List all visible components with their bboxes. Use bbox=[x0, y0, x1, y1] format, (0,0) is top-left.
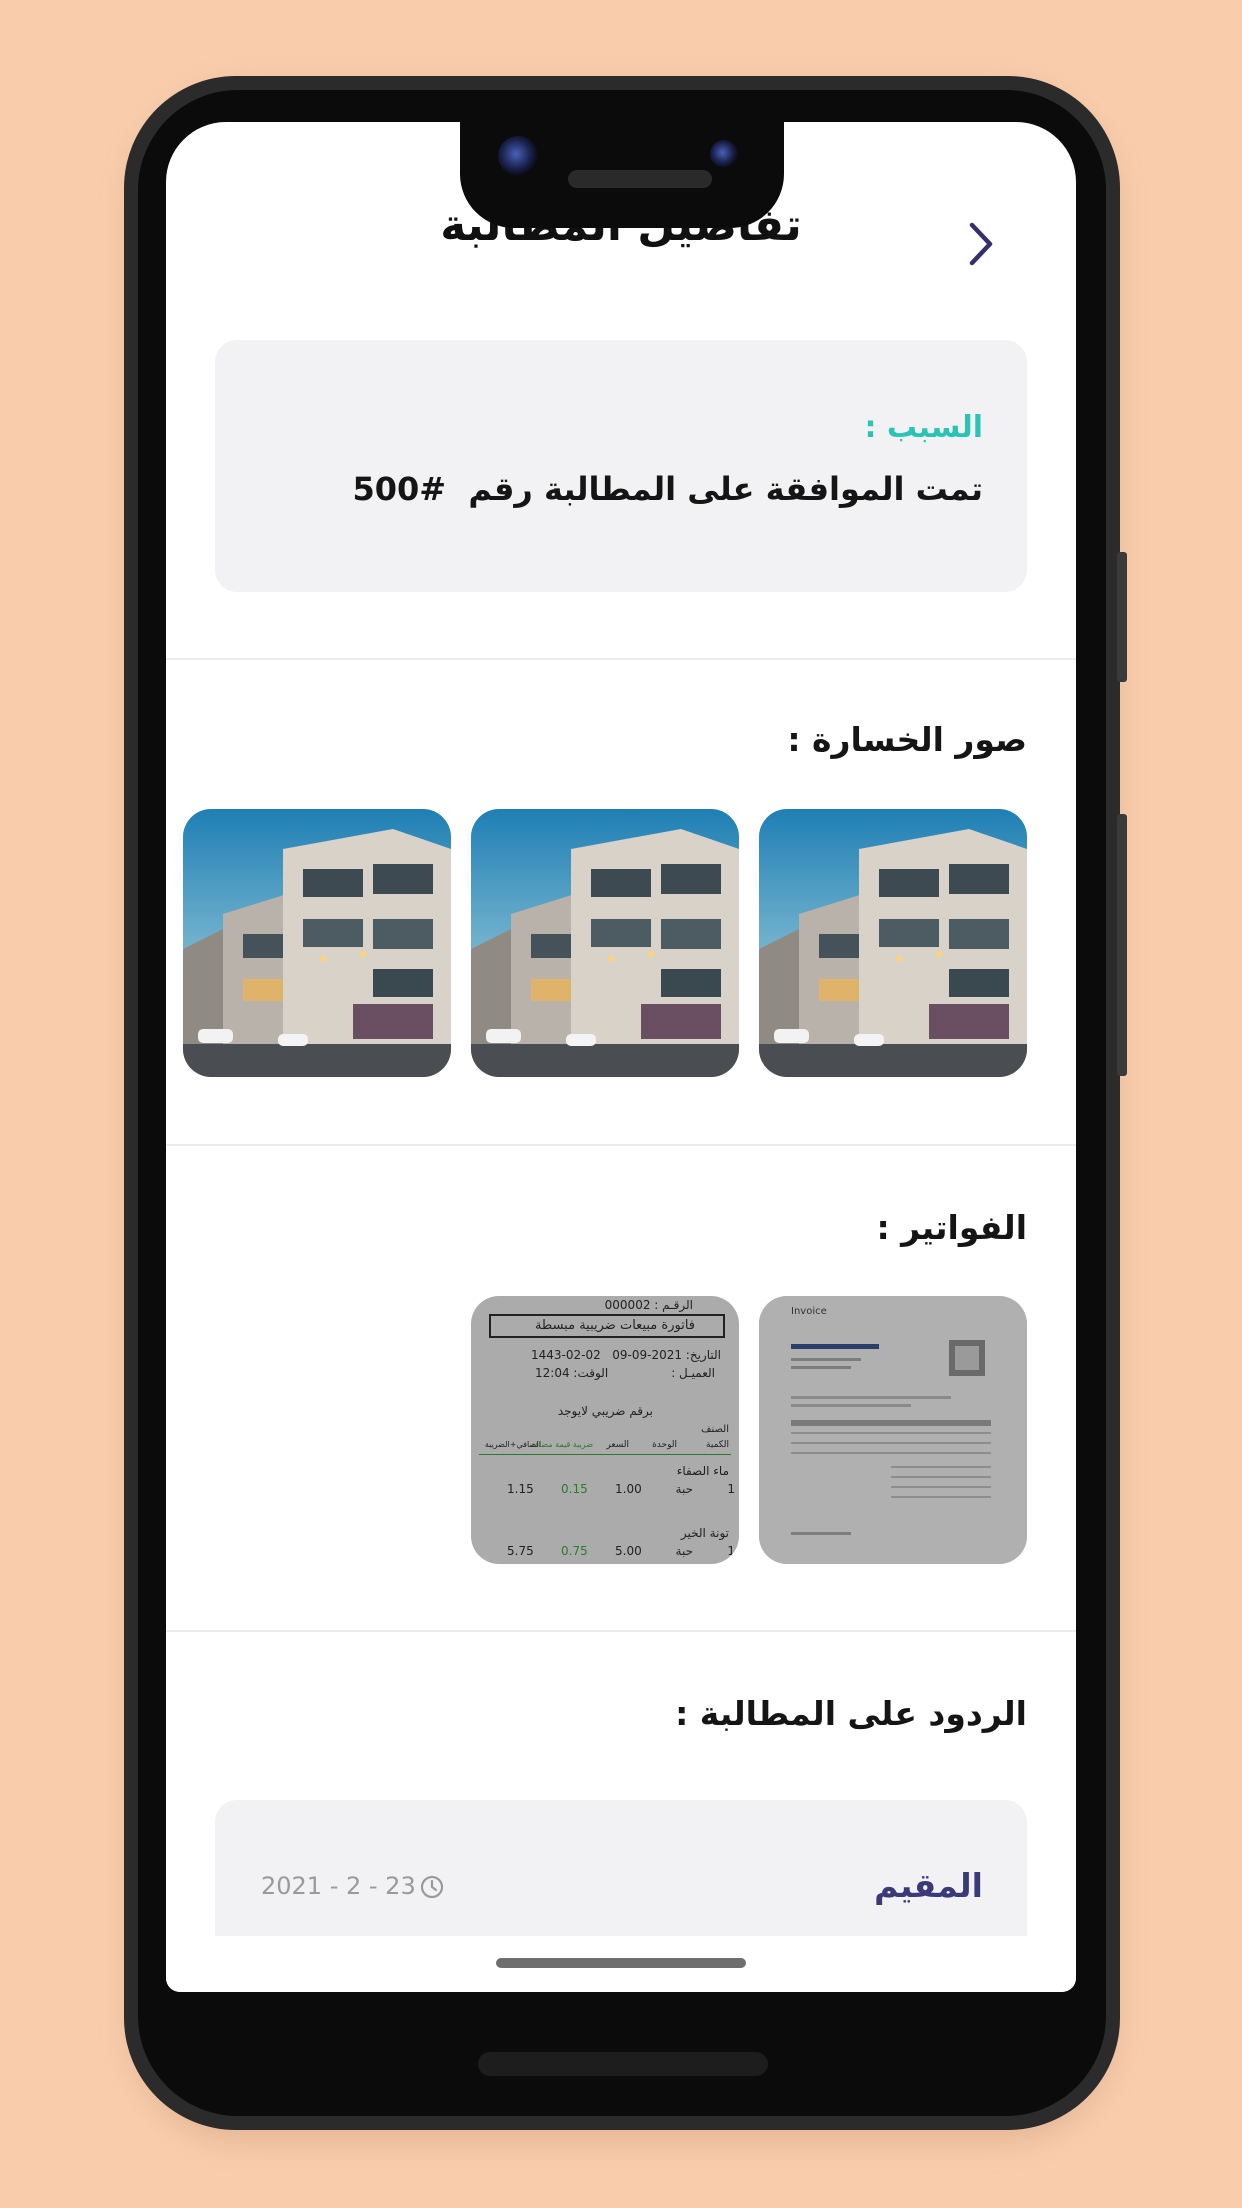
loss-photo-thumbnail[interactable] bbox=[471, 809, 739, 1077]
receipt-item-total: 1.15 bbox=[507, 1482, 534, 1496]
loss-photo-thumbnail[interactable] bbox=[759, 809, 1027, 1077]
earpiece-speaker bbox=[568, 170, 712, 188]
receipt-date: التاريخ: 2021-09-09 bbox=[612, 1348, 721, 1362]
loss-photos-title: صور الخسارة : bbox=[787, 720, 1027, 759]
receipt-item-price: 1.00 bbox=[615, 1482, 642, 1496]
receipt-item-unit: حبة bbox=[675, 1544, 693, 1558]
receipt-item-name: تونة الخير bbox=[680, 1526, 729, 1540]
reason-card: السبب : تمت الموافقة على المطالبة رقم #5… bbox=[215, 340, 1027, 592]
receipt-col-price: السعر bbox=[606, 1440, 629, 1450]
receipt-document: الرقـم : 000002 فاتورة مبيعات ضريبية مبس… bbox=[471, 1296, 739, 1564]
receipt-item-qty: 1 bbox=[727, 1544, 735, 1558]
divider bbox=[166, 658, 1076, 660]
receipt-heading: فاتورة مبيعات ضريبية مبسطة bbox=[534, 1318, 695, 1333]
replies-title: الردود على المطالبة : bbox=[675, 1694, 1027, 1733]
sensor-icon bbox=[710, 140, 738, 168]
receipt-tax-number: برقم ضريبي لايوجد bbox=[557, 1404, 653, 1418]
receipt-col-total: الصافي+الضريبة bbox=[484, 1440, 541, 1449]
camera-icon bbox=[498, 136, 538, 176]
building-photo bbox=[759, 809, 1027, 1077]
receipt-hijri-date: 1443-02-02 bbox=[531, 1348, 601, 1362]
receipt-time: الوقت: 12:04 bbox=[535, 1366, 609, 1380]
receipt-category: الصنف bbox=[701, 1424, 729, 1435]
receipt-item-vat: 0.75 bbox=[561, 1544, 588, 1558]
invoice-heading: Invoice bbox=[791, 1306, 827, 1317]
invoices-title: الفواتير : bbox=[876, 1208, 1027, 1247]
receipt-item-total: 5.75 bbox=[507, 1544, 534, 1558]
receipt-number: الرقـم : 000002 bbox=[604, 1298, 693, 1312]
bottom-speaker bbox=[478, 2052, 768, 2076]
divider bbox=[166, 1144, 1076, 1146]
receipt-col-unit: الوحدة bbox=[652, 1440, 677, 1450]
reply-author: المقيم bbox=[874, 1866, 983, 1905]
home-indicator[interactable] bbox=[496, 1958, 746, 1968]
invoice-thumbnail[interactable]: الرقـم : 000002 فاتورة مبيعات ضريبية مبس… bbox=[471, 1296, 739, 1564]
building-photo bbox=[471, 809, 739, 1077]
receipt-item-unit: حبة bbox=[675, 1482, 693, 1496]
building-photo bbox=[183, 809, 451, 1077]
receipt-item-vat: 0.15 bbox=[561, 1482, 588, 1496]
power-button bbox=[1117, 552, 1127, 682]
reason-label: السبب : bbox=[864, 410, 983, 445]
loss-photo-thumbnail[interactable] bbox=[183, 809, 451, 1077]
back-button[interactable] bbox=[956, 214, 1006, 274]
invoice-thumbnail[interactable]: Invoice bbox=[759, 1296, 1027, 1564]
clock-icon bbox=[420, 1875, 444, 1899]
chevron-right-icon bbox=[969, 222, 993, 266]
receipt-item-qty: 1 bbox=[727, 1482, 735, 1496]
reply-date: 2021 - 2 - 23 bbox=[261, 1872, 416, 1900]
volume-button bbox=[1117, 814, 1127, 1076]
receipt-col-qty: الكمية bbox=[706, 1440, 729, 1450]
notch bbox=[460, 110, 784, 228]
invoice-document bbox=[759, 1296, 1027, 1564]
divider bbox=[166, 1630, 1076, 1632]
reason-text: تمت الموافقة على المطالبة رقم #500 bbox=[352, 470, 983, 508]
receipt-item-price: 5.00 bbox=[615, 1544, 642, 1558]
app-screen: تفاصيل المطالبة السبب : تمت الموافقة على… bbox=[166, 122, 1076, 1992]
receipt-item-name: ماء الصفاء bbox=[676, 1464, 729, 1478]
receipt-customer: العميـل : bbox=[671, 1366, 715, 1380]
